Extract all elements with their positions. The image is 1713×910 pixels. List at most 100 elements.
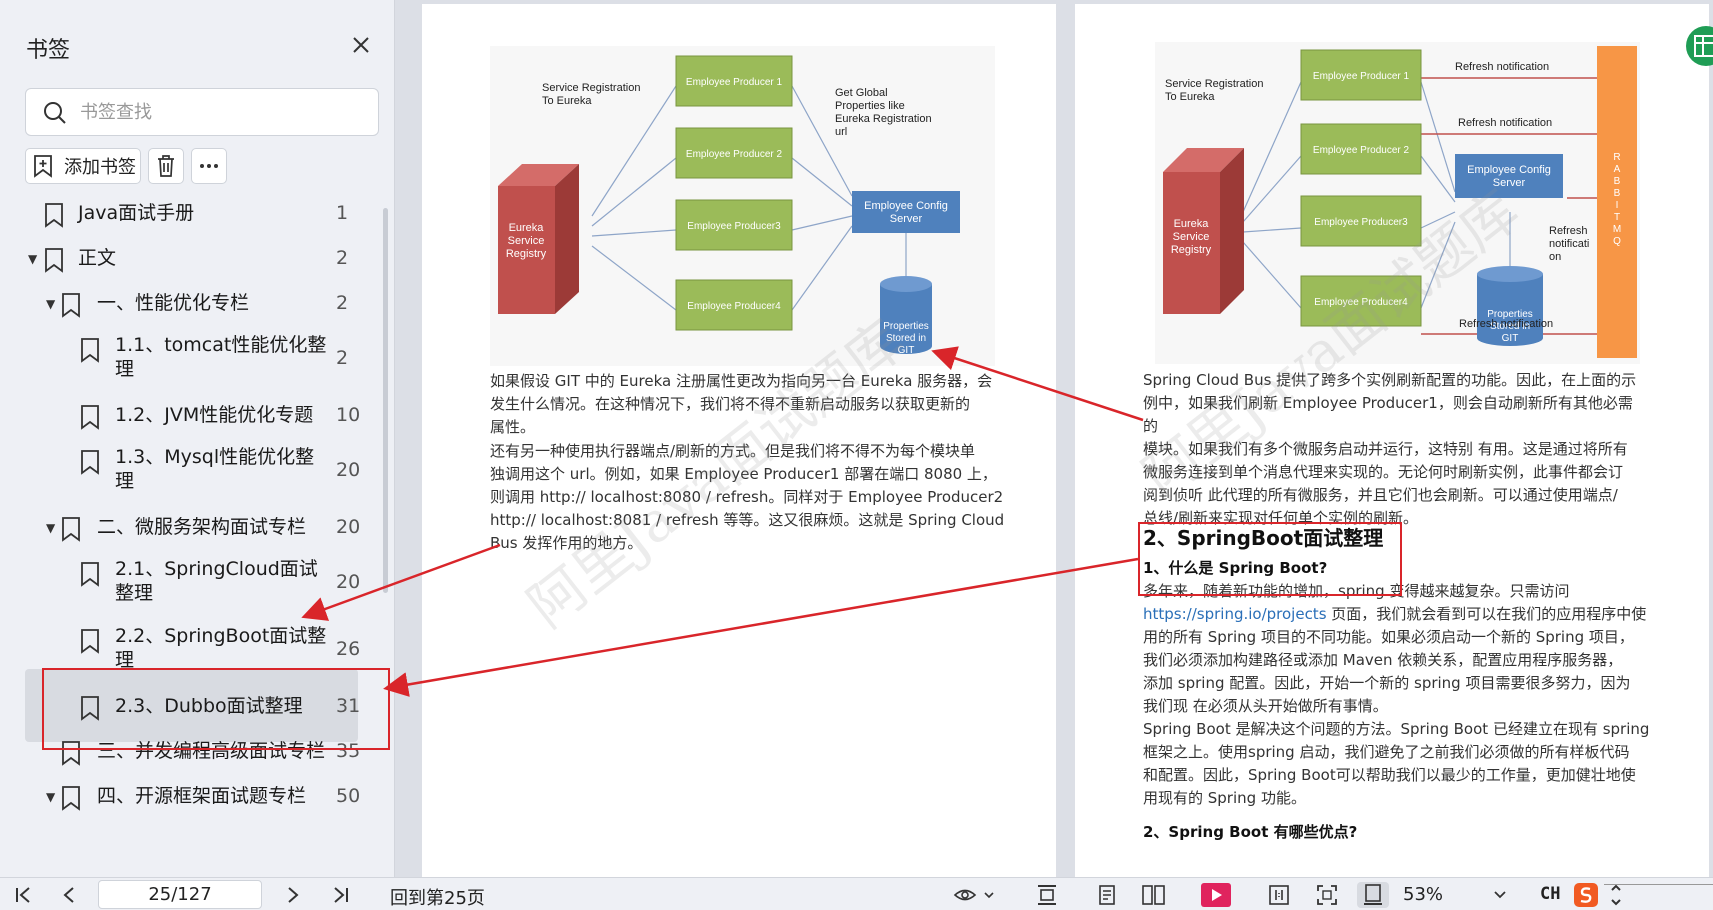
paragraph-line: Bus 发挥作用的地方。 — [490, 534, 643, 552]
more-icon — [200, 164, 218, 168]
paragraph-line: 框架之上。使用spring 启动，我们避免了之前我们必须做的所有样板代码 — [1143, 743, 1630, 761]
refresh-notification-label-3: Refresh notification — [1459, 318, 1553, 330]
trash-icon — [158, 155, 174, 177]
right-page-paragraph-2: 多年来，随着新功能的增加，spring 变得越来越复杂。只需访问 https:/… — [1143, 580, 1653, 810]
delete-bookmark-button[interactable] — [148, 148, 184, 184]
bookmark-page-number: 1 — [336, 202, 349, 224]
bookmark-item[interactable]: ▼ 正文 2 — [0, 245, 380, 285]
producer-label: Employee Producer 2 — [1313, 145, 1410, 156]
more-options-button[interactable] — [191, 148, 227, 184]
producer-label: Employee Producer4 — [687, 301, 781, 312]
link-line-rest: 页面，我们就会看到可以在我们的应用程序中使 — [1326, 605, 1647, 623]
expand-arrow-icon[interactable]: ▼ — [46, 790, 58, 804]
bookmark-item[interactable]: ▼ 二、微服务架构面试专栏 20 — [0, 514, 380, 554]
producer-label: Employee Producer 1 — [686, 77, 783, 88]
page-number-input[interactable] — [98, 880, 262, 909]
two-page-icon[interactable] — [1140, 882, 1168, 908]
bookmark-item[interactable]: Java面试手册 1 — [0, 200, 380, 240]
left-page-paragraph-2: 还有另一种使用执行器端点/刷新的方式。但是我们将不得不为每个模块单 独调用这个 u… — [490, 440, 1010, 555]
bookmark-icon — [81, 562, 99, 587]
paragraph-line: 微服务连接到单个消息代理来实现的。无论何时刷新实例，此事件都会订 — [1143, 463, 1624, 481]
paragraph-line: 例中，如果我们刷新 Employee Producer1，则会自动刷新所有其他必… — [1143, 394, 1633, 435]
bookmark-page-number: 2 — [336, 347, 349, 369]
paragraph-line: 则调用 http:// localhost:8080 / refresh。同样对… — [490, 488, 1004, 506]
expand-arrow-icon[interactable]: ▼ — [46, 521, 58, 535]
bookmark-title: 1.3、Mysql性能优化整理 — [115, 446, 315, 492]
paragraph-line-with-link: https://spring.io/projects 页面，我们就会看到可以在我… — [1143, 603, 1653, 626]
paragraph-rest: 用的所有 Spring 项目的不同功能。如果必须启动一个新的 Spring 项目… — [1143, 626, 1653, 810]
single-page-icon[interactable] — [1093, 882, 1121, 908]
status-bar: 回到第25页 53% CH — [0, 877, 1713, 910]
bookmark-icon — [81, 629, 99, 654]
add-bookmark-label: 添加书签 — [64, 157, 136, 178]
sidebar-title: 书签 — [26, 38, 71, 63]
expand-arrow-icon[interactable]: ▼ — [46, 297, 58, 311]
bookmark-page-number: 20 — [336, 459, 361, 481]
play-slideshow-icon[interactable] — [1200, 882, 1232, 908]
paragraph-line: 阅到侦听 此代理的所有微服务，并且它们也会刷新。可以通过使用端点/ — [1143, 486, 1618, 504]
bookmark-item[interactable]: ▼ 一、性能优化专栏 2 — [0, 290, 380, 330]
continuous-scroll-icon[interactable] — [1357, 882, 1389, 908]
bookmark-page-number: 2 — [336, 292, 349, 314]
bookmark-item[interactable]: ▼ 四、开源框架面试题专栏 50 — [0, 783, 380, 823]
sidebar-scrollbar[interactable] — [383, 208, 388, 593]
bookmark-title: Java面试手册 — [78, 202, 195, 224]
diagram-eureka-label: Eureka Service Registry — [506, 222, 547, 260]
producer-label: Employee Producer4 — [1314, 297, 1408, 308]
producer-label: Employee Producer 1 — [1313, 71, 1410, 82]
producer-label: Employee Producer 2 — [686, 149, 783, 160]
bookmark-page-number: 2 — [336, 247, 349, 269]
search-input[interactable] — [80, 97, 360, 127]
previous-page-icon[interactable] — [56, 882, 82, 908]
bookmark-item[interactable]: 2.1、SpringCloud面试 整理 20 — [0, 558, 380, 604]
bookmark-item[interactable]: 2.2、SpringBoot面试整理 26 — [0, 625, 380, 671]
refresh-notification-label-1: Refresh notification — [1455, 61, 1549, 73]
fit-width-icon[interactable] — [1033, 882, 1061, 908]
first-page-icon[interactable] — [10, 882, 36, 908]
paragraph-line: 发生什么情况。在这种情况下，我们将不得不重新启动服务以获取更新的 — [490, 395, 971, 413]
actual-size-icon[interactable] — [1265, 882, 1293, 908]
bookmark-title: 2.2、SpringBoot面试整理 — [115, 625, 327, 671]
paragraph-line: 我们现 在必须从头开始做所有事情。 — [1143, 697, 1388, 715]
sogou-ime-icon[interactable] — [1572, 882, 1600, 908]
search-icon — [44, 102, 66, 124]
zoom-dropdown-icon[interactable] — [1490, 882, 1510, 908]
bookmark-item[interactable]: 1.3、Mysql性能优化整理 20 — [0, 446, 380, 492]
question-heading-2: 2、Spring Boot 有哪些优点? — [1143, 823, 1358, 841]
spring-projects-link[interactable]: https://spring.io/projects — [1143, 605, 1327, 623]
next-page-icon[interactable] — [280, 882, 306, 908]
back-to-page-link[interactable]: 回到第25页 — [390, 884, 485, 910]
bookmark-title: 1.2、JVM性能优化专题 — [115, 404, 314, 426]
eye-view-icon[interactable] — [953, 882, 997, 908]
zoom-level[interactable]: 53% — [1403, 884, 1443, 905]
producer-label: Employee Producer3 — [687, 221, 781, 232]
bookmark-title: 2.1、SpringCloud面试 整理 — [115, 558, 318, 604]
bookmark-item[interactable]: 1.1、tomcat性能优化整理 2 — [0, 334, 380, 380]
paragraph-line: 属性。 — [490, 418, 536, 436]
paragraph-line: Spring Boot 是解决这个问题的方法。Spring Boot 已经建立在… — [1143, 720, 1650, 738]
diagram-right: Eureka Service Registry Service Registrati… — [1155, 42, 1640, 364]
bookmark-title: 一、性能优化专栏 — [97, 292, 250, 314]
bookmark-icon — [62, 293, 80, 318]
refresh-notification-label-2: Refresh notification — [1458, 117, 1552, 129]
fit-page-icon[interactable] — [1313, 882, 1341, 908]
paragraph-line: 和配置。因此，Spring Boot可以帮助我们以最少的工作量，更加健壮地使 — [1143, 766, 1636, 784]
ime-language-indicator[interactable]: CH — [1540, 884, 1560, 904]
bookmark-page-number: 26 — [336, 638, 361, 660]
bookmark-title: 1.1、tomcat性能优化整理 — [115, 334, 327, 380]
right-page-paragraph-1: Spring Cloud Bus 提供了跨多个实例刷新配置的功能。因此，在上面的… — [1143, 369, 1643, 530]
bookmark-icon — [62, 517, 80, 542]
producer-label: Employee Producer3 — [1314, 217, 1408, 228]
bookmark-search-box[interactable] — [25, 88, 379, 136]
bookmark-page-number: 20 — [336, 571, 361, 593]
paragraph-line: 如果假设 GIT 中的 Eureka 注册属性更改为指向另一台 Eureka 服… — [490, 372, 993, 390]
last-page-icon[interactable] — [328, 882, 354, 908]
add-bookmark-button[interactable]: 添加书签 — [25, 148, 141, 184]
bookmark-title: 正文 — [78, 247, 117, 269]
ime-options-icon[interactable] — [1606, 882, 1626, 908]
paragraph-line: 独调用这个 url。例如，如果 Employee Producer1 部署在端口… — [490, 465, 997, 483]
close-icon[interactable] — [346, 30, 376, 60]
bookmark-item[interactable]: 1.2、JVM性能优化专题 10 — [0, 402, 380, 442]
expand-arrow-icon[interactable]: ▼ — [28, 252, 40, 266]
paragraph-line: 我们必须添加构建路径或添加 Maven 依赖关系，配置应用程序服务器， — [1143, 651, 1623, 669]
